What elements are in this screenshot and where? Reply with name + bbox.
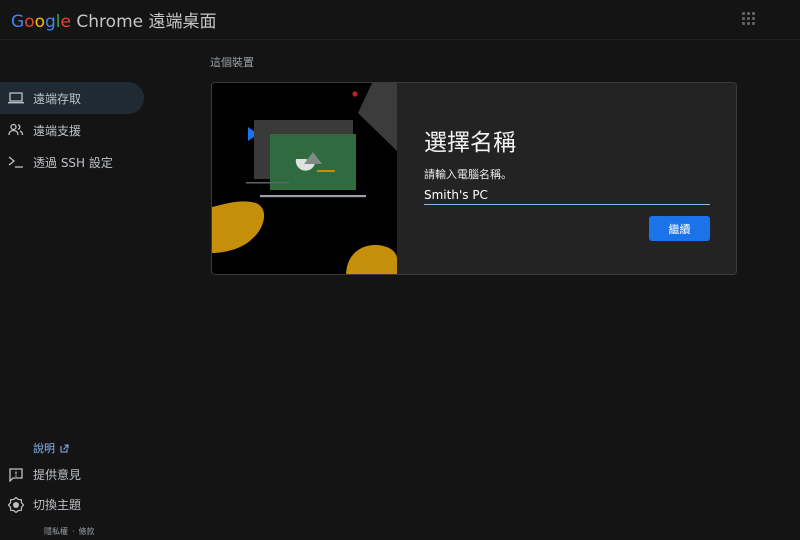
feedback-label: 提供意見	[33, 468, 82, 482]
sidebar-item-ssh-setup[interactable]: 透過 SSH 設定	[0, 146, 144, 178]
name-computer-card: 選擇名稱 請輸入電腦名稱。 繼續	[211, 82, 737, 275]
app-name: Chrome 遠端桌面	[76, 12, 217, 32]
logo-letter: o	[34, 12, 45, 32]
help-link[interactable]: 說明	[33, 440, 69, 456]
logo-letter: g	[45, 12, 56, 32]
theme-label: 切換主題	[33, 498, 82, 512]
apps-grid-icon[interactable]	[742, 12, 756, 26]
terms-link[interactable]: 條款	[79, 527, 95, 536]
privacy-link[interactable]: 隱私權	[44, 527, 68, 536]
terminal-icon	[8, 154, 24, 170]
theme-toggle-button[interactable]: 切換主題	[8, 496, 81, 513]
computer-name-input[interactable]	[424, 186, 710, 205]
sidebar-item-label: 透過 SSH 設定	[33, 155, 113, 170]
sidebar-item-label: 遠端存取	[33, 91, 82, 106]
help-label: 說明	[33, 442, 55, 455]
sidebar-item-label: 遠端支援	[33, 123, 82, 138]
footer-separator: ·	[72, 527, 75, 536]
top-app-bar: Google Chrome 遠端桌面	[0, 0, 800, 40]
device-illustration	[212, 83, 397, 274]
section-heading: 這個裝置	[210, 56, 254, 69]
feedback-button[interactable]: 提供意見	[8, 466, 81, 483]
continue-button[interactable]: 繼續	[649, 216, 710, 241]
logo-letter: G	[11, 12, 25, 32]
people-icon	[8, 122, 24, 138]
logo-letter: o	[24, 12, 35, 32]
laptop-icon	[8, 90, 24, 106]
footer-links: 隱私權 · 條款	[44, 526, 99, 537]
brightness-icon	[8, 496, 24, 513]
card-title: 選擇名稱	[424, 130, 516, 156]
sidebar-item-remote-support[interactable]: 遠端支援	[0, 114, 144, 146]
logo-letter: e	[60, 12, 71, 32]
app-logo: Google Chrome 遠端桌面	[11, 7, 217, 32]
feedback-icon	[8, 467, 24, 483]
name-prompt: 請輸入電腦名稱。	[424, 168, 512, 181]
sidebar-item-remote-access[interactable]: 遠端存取	[0, 82, 144, 114]
external-link-icon	[60, 444, 69, 452]
